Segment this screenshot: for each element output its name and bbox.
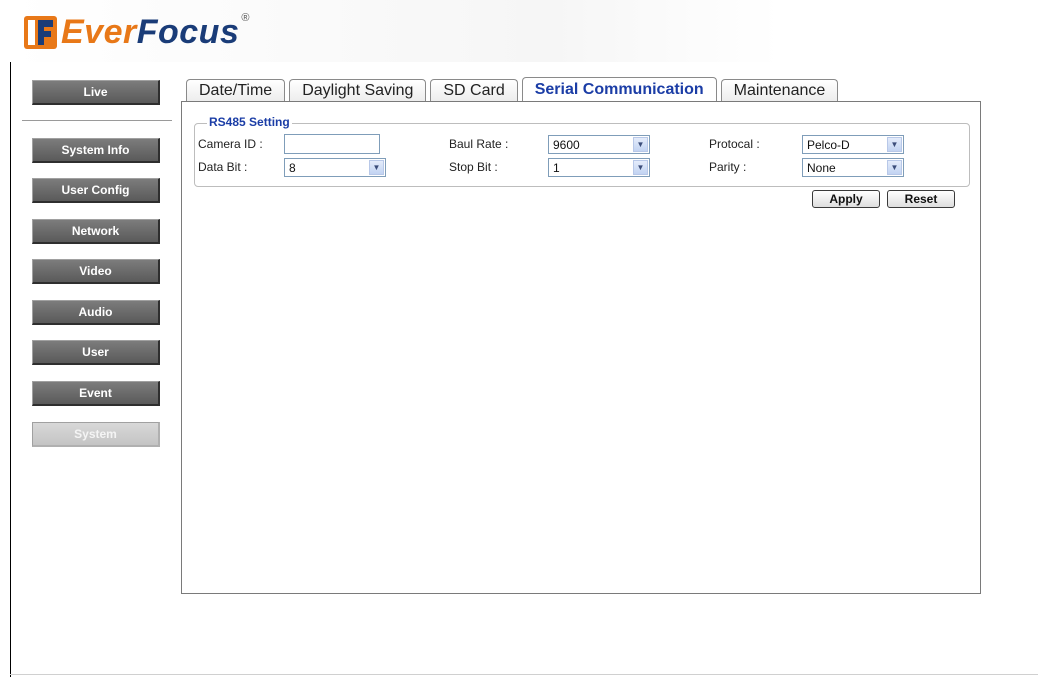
tab-maintenance[interactable]: Maintenance: [720, 79, 839, 102]
camera-id-label: Camera ID :: [198, 137, 263, 151]
data-bit-select[interactable]: 8 ▼: [284, 158, 386, 177]
baud-rate-select[interactable]: 9600 ▼: [548, 135, 650, 154]
tab-sd-card[interactable]: SD Card: [430, 79, 518, 102]
nav-event-button[interactable]: Event: [32, 381, 160, 406]
data-bit-label: Data Bit :: [198, 160, 248, 174]
tab-daylight-saving[interactable]: Daylight Saving: [289, 79, 427, 102]
parity-label: Parity :: [709, 160, 747, 174]
apply-button[interactable]: Apply: [812, 190, 880, 208]
parity-select[interactable]: None ▼: [802, 158, 904, 177]
stop-bit-select[interactable]: 1 ▼: [548, 158, 650, 177]
chevron-down-icon[interactable]: ▼: [369, 160, 384, 175]
chevron-down-icon[interactable]: ▼: [633, 160, 648, 175]
protocol-value: Pelco-D: [807, 138, 850, 152]
everfocus-logo: EverFocus ®: [24, 12, 249, 52]
nav-user-button[interactable]: User: [32, 340, 160, 365]
logo-wordmark: EverFocus: [61, 13, 239, 52]
registered-mark: ®: [241, 12, 250, 24]
nav-user-config-button[interactable]: User Config: [32, 178, 160, 203]
tab-date-time[interactable]: Date/Time: [186, 79, 286, 102]
nav-system-info-button[interactable]: System Info: [32, 138, 160, 163]
chevron-down-icon[interactable]: ▼: [887, 160, 902, 175]
tab-bar: Date/Time Daylight Saving SD Card Serial…: [186, 77, 842, 102]
baud-rate-value: 9600: [553, 138, 580, 152]
everfocus-logo-icon: [24, 15, 57, 49]
logo-text-focus: Focus: [136, 12, 240, 51]
data-bit-value: 8: [289, 161, 296, 175]
protocol-label: Protocal :: [709, 137, 760, 151]
camera-id-input[interactable]: [284, 134, 380, 154]
parity-value: None: [807, 161, 836, 175]
protocol-select[interactable]: Pelco-D ▼: [802, 135, 904, 154]
sidebar-divider: [22, 120, 172, 121]
rs485-legend: RS485 Setting: [207, 115, 292, 129]
nav-video-button[interactable]: Video: [32, 259, 160, 284]
rs485-fieldset: [194, 123, 970, 187]
nav-audio-button[interactable]: Audio: [32, 300, 160, 325]
chevron-down-icon[interactable]: ▼: [633, 137, 648, 152]
stop-bit-value: 1: [553, 161, 560, 175]
reset-button[interactable]: Reset: [887, 190, 955, 208]
chevron-down-icon[interactable]: ▼: [887, 137, 902, 152]
nav-system-button[interactable]: System: [32, 422, 160, 447]
nav-live-button[interactable]: Live: [32, 80, 160, 105]
bottom-divider: [10, 674, 1038, 675]
nav-network-button[interactable]: Network: [32, 219, 160, 244]
baud-rate-label: Baul Rate :: [449, 137, 509, 151]
tab-serial-communication[interactable]: Serial Communication: [521, 77, 717, 102]
stop-bit-label: Stop Bit :: [449, 160, 498, 174]
logo-text-ever: Ever: [61, 12, 137, 51]
